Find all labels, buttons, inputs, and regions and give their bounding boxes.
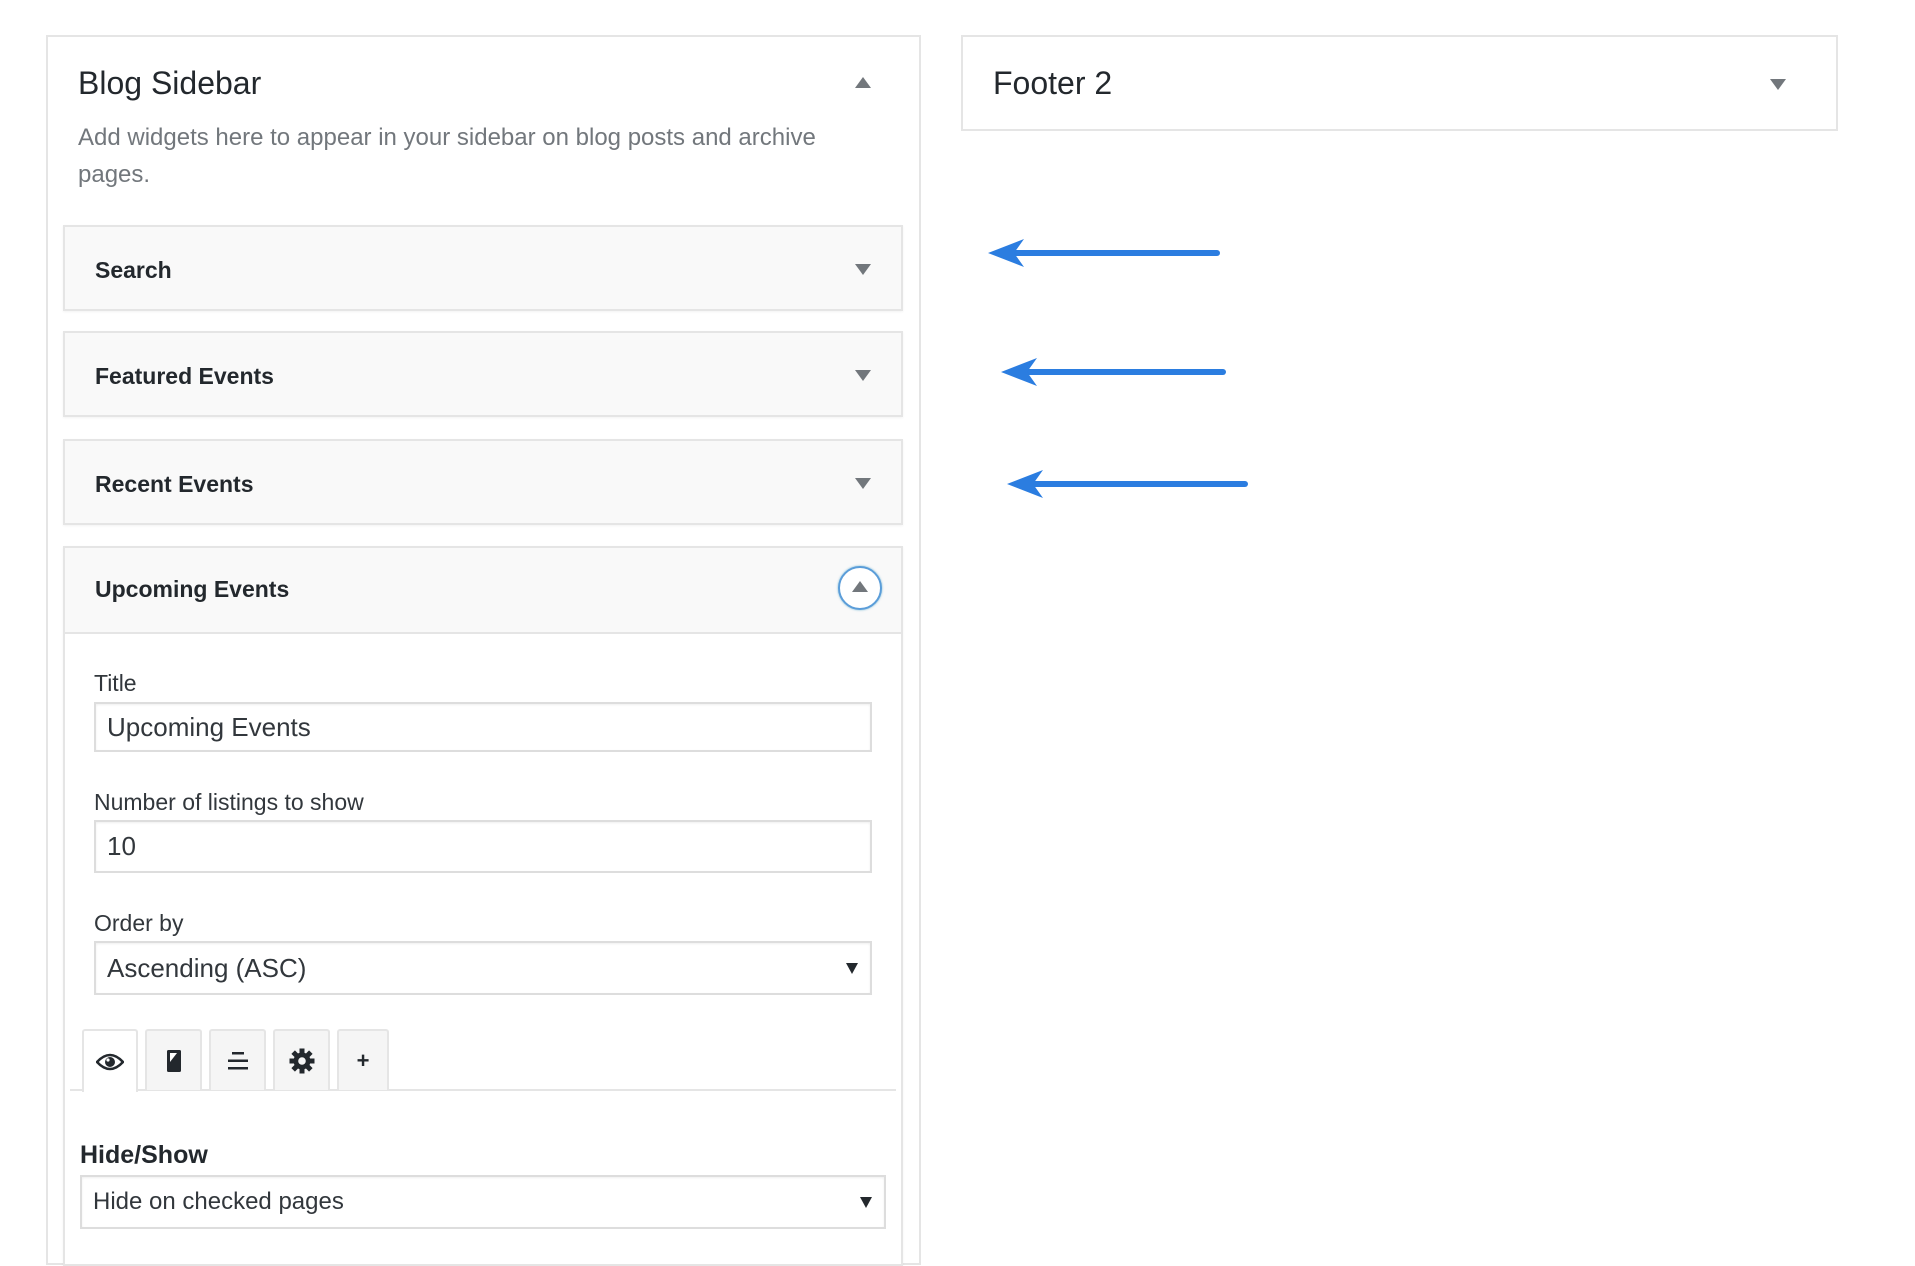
widget-title: Search	[95, 257, 172, 283]
hide-show-select-value: Hide on checked pages	[93, 1188, 344, 1215]
chevron-up-icon	[852, 581, 868, 592]
footer-2-panel[interactable]: Footer 2	[961, 35, 1838, 131]
annotation-arrow-featured	[1001, 358, 1226, 386]
collapse-sidebar-icon[interactable]	[855, 77, 871, 88]
count-input[interactable]: 10	[94, 820, 872, 873]
dropdown-arrow-icon	[846, 963, 858, 974]
count-label: Number of listings to show	[94, 789, 364, 815]
chevron-down-icon[interactable]	[1770, 79, 1786, 90]
dropdown-arrow-icon	[860, 1197, 872, 1208]
panel-title: Footer 2	[993, 65, 1113, 101]
order-label: Order by	[94, 910, 184, 936]
annotation-arrow-recent	[1007, 470, 1248, 498]
tab-visibility[interactable]	[82, 1029, 138, 1092]
title-input[interactable]: Upcoming Events	[94, 702, 872, 752]
widget-recent-events[interactable]: Recent Events	[63, 439, 903, 525]
chevron-down-icon[interactable]	[855, 264, 871, 275]
title-label: Title	[94, 670, 137, 696]
order-select-value: Ascending (ASC)	[107, 952, 307, 983]
tab-add[interactable]: +	[337, 1029, 389, 1090]
mobile-icon	[166, 1049, 181, 1072]
sidebar-description: Add widgets here to appear in your sideb…	[78, 124, 816, 188]
panel-title: Blog Sidebar	[78, 65, 262, 101]
chevron-down-icon[interactable]	[855, 478, 871, 489]
widget-title: Featured Events	[95, 363, 274, 389]
widget-title: Recent Events	[95, 471, 254, 497]
collapse-widget-button[interactable]	[838, 566, 882, 610]
widget-search[interactable]: Search	[63, 225, 903, 311]
order-select[interactable]: Ascending (ASC)	[94, 941, 872, 995]
widget-featured-events[interactable]: Featured Events	[63, 331, 903, 417]
plus-icon: +	[356, 1047, 370, 1073]
align-center-icon	[227, 1051, 248, 1069]
widget-title: Upcoming Events	[95, 576, 290, 602]
widget-header[interactable]: Upcoming Events	[65, 548, 901, 634]
hide-show-select[interactable]: Hide on checked pages	[80, 1175, 886, 1229]
tab-alignment[interactable]	[209, 1029, 266, 1090]
chevron-down-icon[interactable]	[855, 370, 871, 381]
hide-show-label: Hide/Show	[80, 1141, 208, 1169]
annotation-arrow-search	[988, 239, 1220, 267]
tab-devices[interactable]	[145, 1029, 202, 1090]
tab-settings[interactable]	[273, 1029, 330, 1090]
gear-icon	[289, 1048, 314, 1073]
eye-icon	[96, 1053, 124, 1070]
